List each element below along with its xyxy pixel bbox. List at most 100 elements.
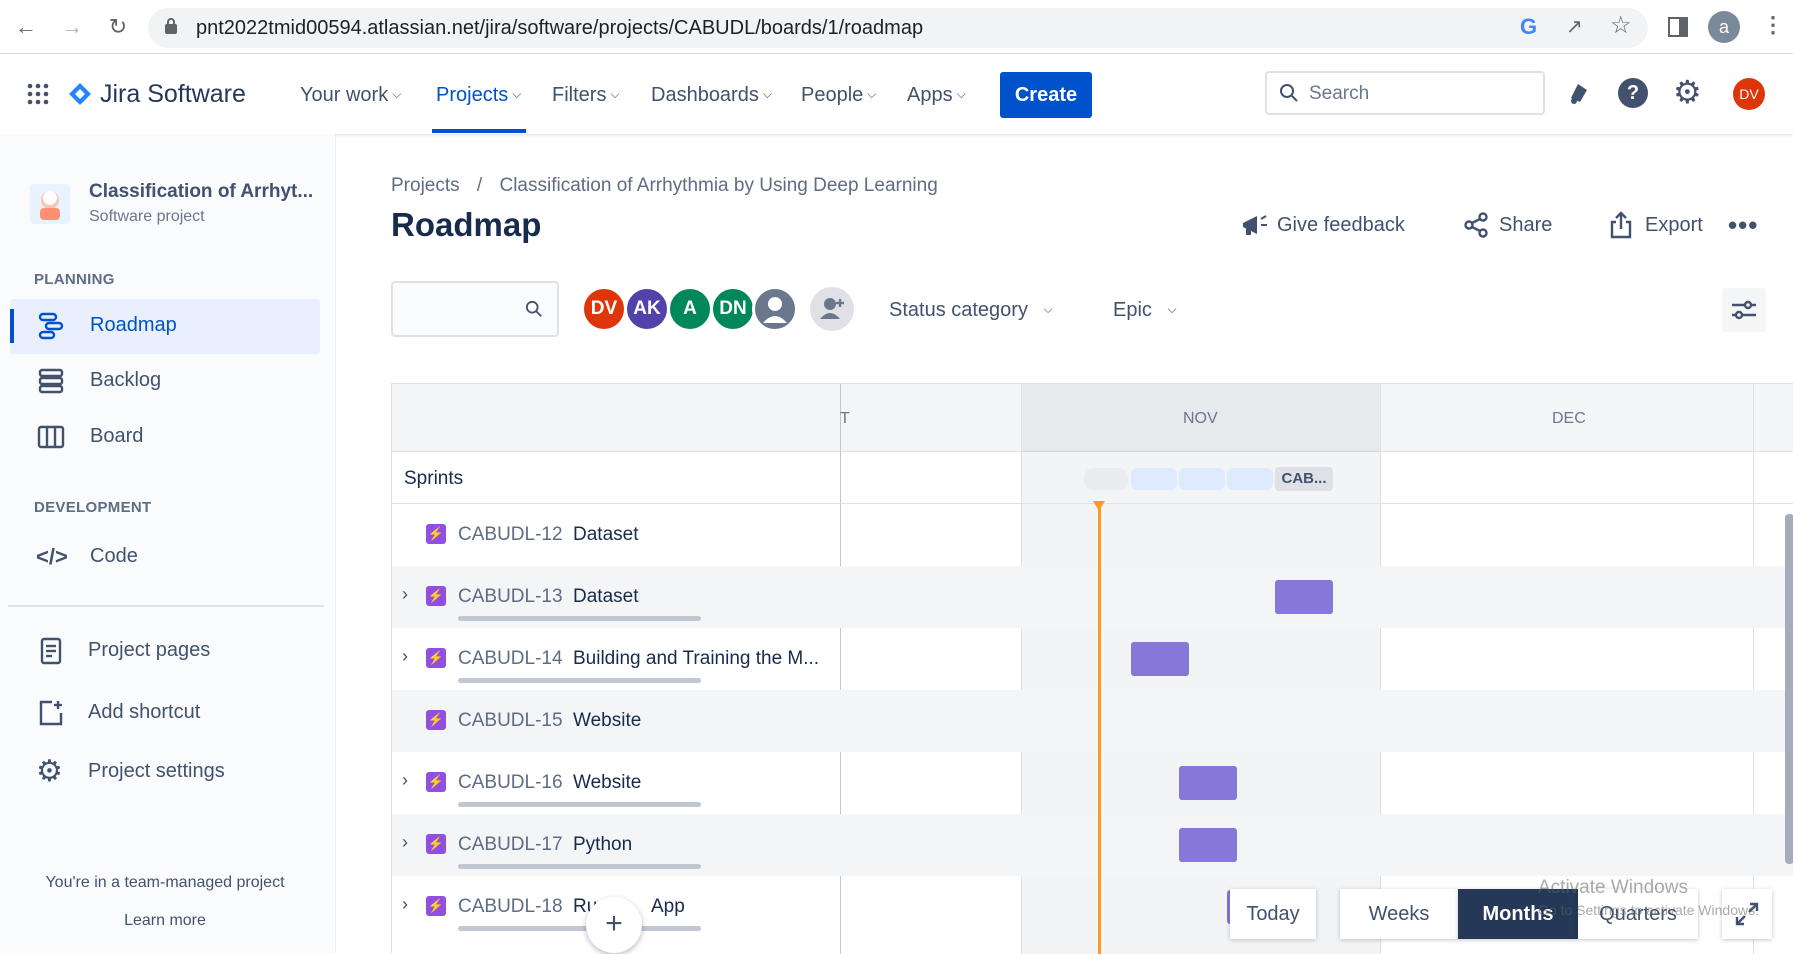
sidebar-item-project-pages[interactable]: Project pages xyxy=(10,624,320,679)
reload-icon[interactable]: ↻ xyxy=(104,13,132,41)
table-row[interactable]: › ⚡ CABUDL-17 Python xyxy=(392,814,1793,876)
settings-gear-icon[interactable]: ⚙ xyxy=(1673,76,1702,108)
chevron-right-icon[interactable]: › xyxy=(402,770,408,791)
sprint-chip[interactable] xyxy=(1084,468,1128,490)
issue-title[interactable]: Dataset xyxy=(573,524,638,546)
give-feedback-button[interactable]: Give feedback xyxy=(1277,214,1405,237)
back-arrow-icon[interactable]: ← xyxy=(12,13,40,41)
table-row[interactable]: ⚡ CABUDL-12 Dataset xyxy=(392,504,1793,566)
progress-bar xyxy=(458,616,701,621)
table-row[interactable]: › ⚡ CABUDL-16 Website xyxy=(392,752,1793,814)
bookmark-star-icon[interactable]: ☆ xyxy=(1610,11,1632,40)
weeks-button[interactable]: Weeks xyxy=(1340,889,1458,939)
sprint-chip-active[interactable]: CAB... xyxy=(1275,467,1333,491)
issue-title[interactable]: Building and Training the M... xyxy=(573,648,819,670)
nav-dashboards[interactable]: Dashboards ⌵ xyxy=(651,84,772,107)
issue-key[interactable]: CABUDL-12 xyxy=(458,524,563,546)
roadmap-search-input[interactable] xyxy=(391,281,559,337)
export-button[interactable]: Export xyxy=(1645,214,1703,237)
sidebar-item-code[interactable]: </> Code xyxy=(10,530,320,585)
learn-more-link[interactable]: Learn more xyxy=(0,912,330,930)
forward-arrow-icon[interactable]: → xyxy=(58,13,86,41)
app-switcher-icon[interactable] xyxy=(26,82,50,106)
assignee-avatar[interactable]: AK xyxy=(624,286,670,332)
side-panel-icon[interactable] xyxy=(1668,17,1688,37)
nav-label: Your work xyxy=(300,84,389,106)
sidebar-item-project-settings[interactable]: ⚙ Project settings xyxy=(10,745,320,800)
epic-schedule-bar[interactable] xyxy=(1131,642,1189,676)
sidebar-item-board[interactable]: Board xyxy=(10,410,320,465)
share-page-icon[interactable]: ↗ xyxy=(1566,14,1583,39)
issue-key[interactable]: CABUDL-14 xyxy=(458,648,563,670)
nav-filters[interactable]: Filters ⌵ xyxy=(552,84,620,107)
share-icon[interactable] xyxy=(1462,211,1490,239)
issue-key[interactable]: CABUDL-16 xyxy=(458,772,563,794)
active-nav-indicator xyxy=(432,129,526,133)
issue-title[interactable]: Python xyxy=(573,834,632,856)
google-icon[interactable]: G xyxy=(1520,14,1537,40)
project-name[interactable]: Classification of Arrhyt... xyxy=(89,181,313,203)
assignee-avatar[interactable]: A xyxy=(667,286,713,332)
nav-your-work[interactable]: Your work ⌵ xyxy=(300,84,401,107)
epic-schedule-bar[interactable] xyxy=(1179,766,1237,800)
jira-logo-icon[interactable] xyxy=(68,82,92,106)
sprint-chip[interactable] xyxy=(1227,468,1273,490)
export-icon[interactable] xyxy=(1608,210,1634,240)
today-button[interactable]: Today xyxy=(1230,889,1316,939)
epic-icon: ⚡ xyxy=(426,710,446,730)
issue-key[interactable]: CABUDL-13 xyxy=(458,586,563,608)
search-input[interactable]: Search xyxy=(1265,71,1545,115)
sprint-chip[interactable] xyxy=(1131,468,1177,490)
megaphone-icon[interactable] xyxy=(1239,211,1271,241)
chevron-right-icon[interactable]: › xyxy=(402,646,408,667)
issue-title[interactable]: Website xyxy=(573,772,641,794)
nav-projects[interactable]: Projects ⌵ xyxy=(436,84,521,107)
progress-bar xyxy=(458,802,701,807)
issue-title[interactable]: Website xyxy=(573,710,641,732)
project-avatar[interactable] xyxy=(30,184,70,224)
assignee-avatar[interactable]: DV xyxy=(581,286,627,332)
vertical-scrollbar[interactable] xyxy=(1785,514,1793,864)
view-settings-icon[interactable] xyxy=(1722,288,1766,332)
development-section-header: DEVELOPMENT xyxy=(34,499,152,516)
sidebar-item-roadmap[interactable]: Roadmap xyxy=(10,299,320,354)
browser-profile-avatar[interactable]: a xyxy=(1708,11,1740,43)
epic-filter[interactable]: Epic ⌵ xyxy=(1113,299,1177,322)
table-row[interactable]: ⚡ CABUDL-15 Website xyxy=(392,690,1793,752)
sidebar-item-backlog[interactable]: Backlog xyxy=(10,354,320,409)
issue-key[interactable]: CABUDL-18 xyxy=(458,896,563,918)
epic-schedule-bar[interactable] xyxy=(1179,828,1237,862)
create-button[interactable]: Create xyxy=(1000,72,1092,118)
sprint-chip[interactable] xyxy=(1179,468,1225,490)
table-row[interactable]: › ⚡ CABUDL-13 Dataset xyxy=(392,566,1793,628)
nav-apps[interactable]: Apps ⌵ xyxy=(907,84,966,107)
breadcrumb-projects[interactable]: Projects xyxy=(391,175,460,196)
breadcrumb-project[interactable]: Classification of Arrhythmia by Using De… xyxy=(499,175,937,196)
status-category-filter[interactable]: Status category ⌵ xyxy=(889,299,1053,322)
create-epic-icon[interactable]: + xyxy=(586,897,642,953)
nav-people[interactable]: People ⌵ xyxy=(801,84,876,107)
page-icon xyxy=(36,636,66,666)
issue-key[interactable]: CABUDL-17 xyxy=(458,834,563,856)
epic-schedule-bar[interactable] xyxy=(1275,580,1333,614)
issue-title[interactable]: App xyxy=(651,896,685,918)
product-name[interactable]: Jira Software xyxy=(100,80,246,109)
user-avatar[interactable]: DV xyxy=(1733,78,1765,110)
chevron-right-icon[interactable]: › xyxy=(402,584,408,605)
share-button[interactable]: Share xyxy=(1499,214,1552,237)
chevron-right-icon[interactable]: › xyxy=(402,894,408,915)
add-people-icon[interactable] xyxy=(810,287,854,331)
notifications-icon[interactable] xyxy=(1563,78,1593,108)
assignee-avatar[interactable]: DN xyxy=(710,286,756,332)
selected-indicator xyxy=(10,309,14,343)
unassigned-avatar[interactable] xyxy=(752,286,798,332)
help-icon[interactable]: ? xyxy=(1618,78,1648,108)
issue-title[interactable]: Dataset xyxy=(573,586,638,608)
issue-key[interactable]: CABUDL-15 xyxy=(458,710,563,732)
chevron-right-icon[interactable]: › xyxy=(402,832,408,853)
browser-menu-icon[interactable]: ⋮ xyxy=(1762,12,1784,38)
backlog-icon xyxy=(36,366,66,396)
table-row[interactable]: › ⚡ CABUDL-14 Building and Training the … xyxy=(392,628,1793,690)
more-actions-icon[interactable]: ••• xyxy=(1728,210,1758,241)
sidebar-item-add-shortcut[interactable]: Add shortcut xyxy=(10,686,320,741)
